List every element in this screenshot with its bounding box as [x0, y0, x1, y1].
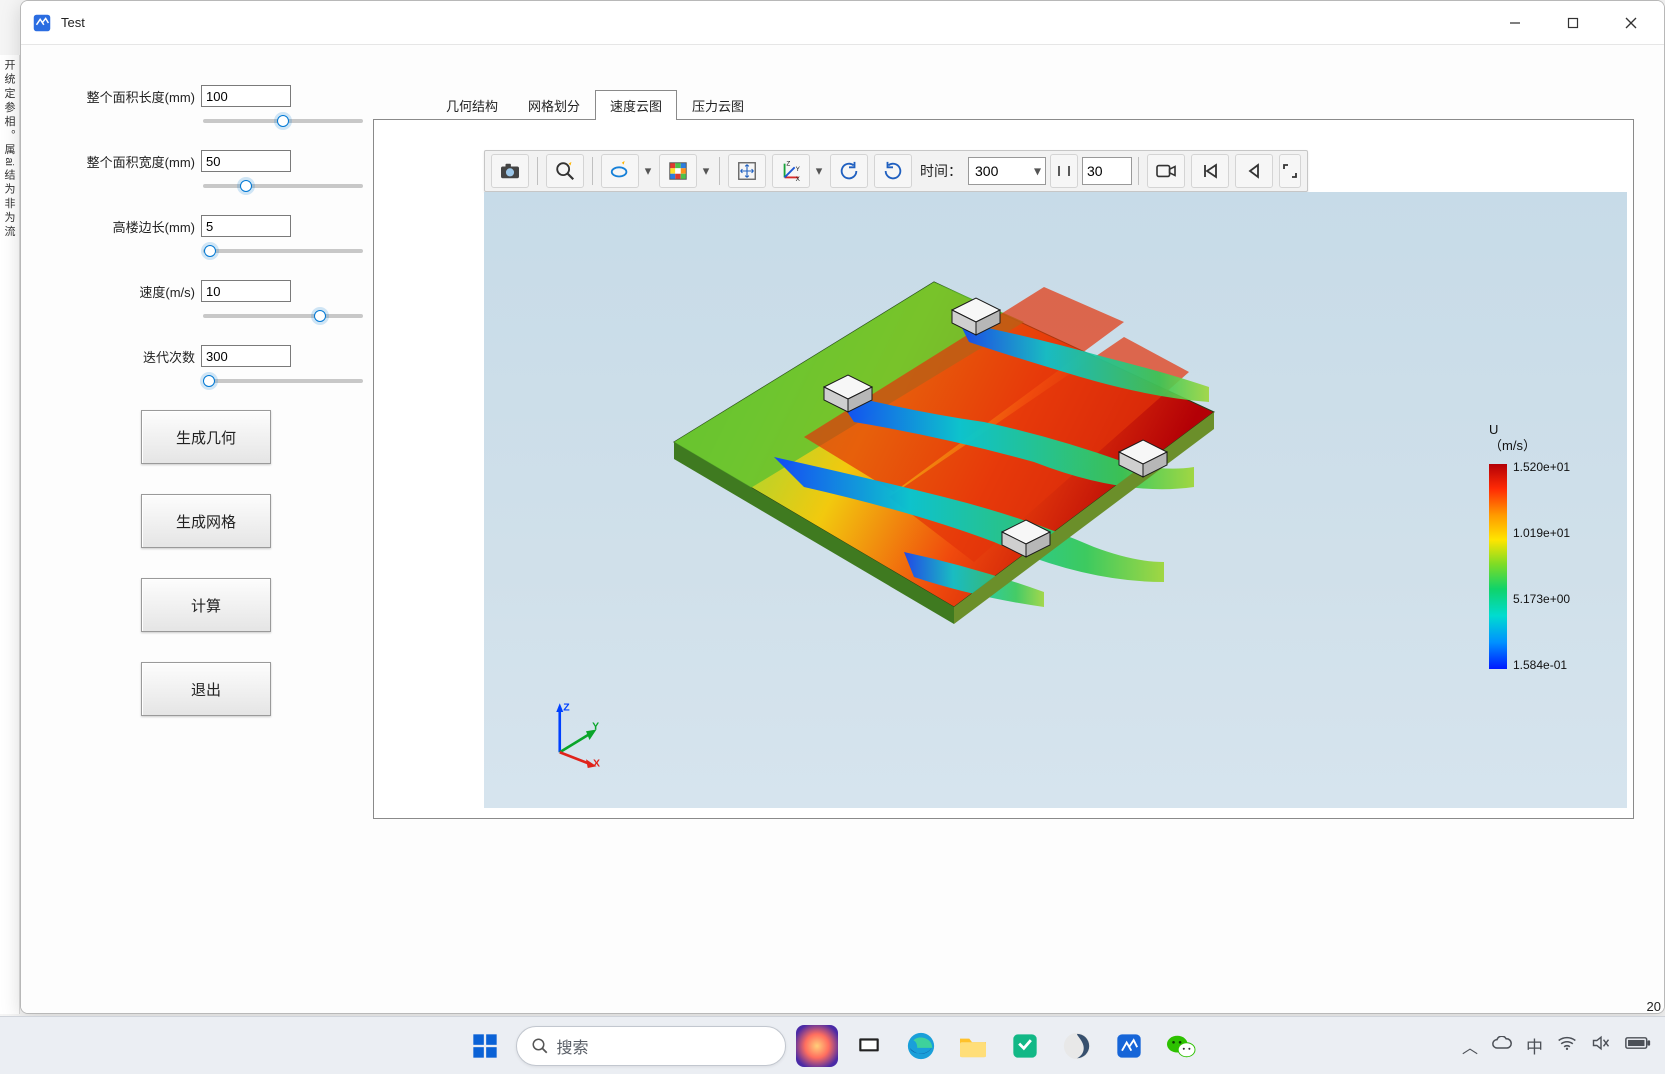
tower-side-input[interactable]: [201, 215, 291, 237]
copilot-icon[interactable]: [796, 1025, 838, 1067]
velocity-slider[interactable]: [203, 314, 363, 318]
exit-button[interactable]: 退出: [141, 662, 271, 716]
edge-browser-icon[interactable]: [900, 1025, 942, 1067]
iterations-slider[interactable]: [203, 379, 363, 383]
generate-mesh-button[interactable]: 生成网格: [141, 494, 271, 548]
compute-button[interactable]: 计算: [141, 578, 271, 632]
chevron-down-icon[interactable]: ▾: [641, 163, 655, 179]
param-label-area-length: 整个面积长度(mm): [61, 87, 201, 106]
app-icon: [31, 12, 53, 34]
cfd-contour-plot: [604, 262, 1244, 662]
expand-icon[interactable]: [1279, 154, 1301, 188]
svg-text:Y: Y: [592, 721, 599, 733]
step-prev-icon[interactable]: [1235, 154, 1273, 188]
corner-number: 20: [1647, 999, 1661, 1014]
axis-triad: Z Y X: [544, 698, 614, 768]
legend-title: U: [1489, 422, 1609, 438]
area-length-slider[interactable]: [203, 119, 363, 123]
area-width-slider[interactable]: [203, 184, 363, 188]
ime-indicator[interactable]: 中: [1526, 1033, 1543, 1058]
svg-text:X: X: [796, 176, 801, 182]
cloud-icon[interactable]: [1492, 1036, 1512, 1055]
titlebar: Test: [21, 1, 1664, 45]
volume-mute-icon[interactable]: [1591, 1034, 1611, 1057]
viz-frame: ▾ ▾: [373, 119, 1634, 819]
tower-side-slider[interactable]: [203, 249, 363, 253]
step-value: 30: [1087, 163, 1103, 179]
viz-canvas[interactable]: Z Y X U （m/s） 1: [484, 192, 1627, 808]
video-camera-icon[interactable]: [1147, 154, 1185, 188]
color-cube-icon[interactable]: [659, 154, 697, 188]
wifi-icon[interactable]: [1557, 1035, 1577, 1056]
window-title: Test: [61, 15, 85, 30]
tabs: 几何结构 网格划分 速度云图 压力云图: [371, 91, 1634, 119]
pan-icon[interactable]: [728, 154, 766, 188]
area-length-input[interactable]: [201, 85, 291, 107]
step-input[interactable]: 30: [1082, 157, 1132, 185]
rotate-ccw-icon[interactable]: [830, 154, 868, 188]
app-icon-blue[interactable]: [1108, 1025, 1150, 1067]
param-label-area-width: 整个面积宽度(mm): [61, 152, 201, 171]
color-legend: U （m/s） 1.520e+01 1.019e+01 5.173e+00 1.…: [1489, 422, 1609, 455]
browser-swirl-icon[interactable]: [1056, 1025, 1098, 1067]
minimize-button[interactable]: [1486, 4, 1544, 42]
start-button[interactable]: [464, 1025, 506, 1067]
rotate-cw-icon[interactable]: [874, 154, 912, 188]
parameters-panel: 整个面积长度(mm) 整个面积宽度(mm) 高楼边长(mm) 速度(m/s): [31, 55, 371, 1003]
area-width-input[interactable]: [201, 150, 291, 172]
svg-text:Y: Y: [796, 166, 801, 173]
axes-icon[interactable]: ZYX: [772, 154, 810, 188]
param-label-iterations: 迭代次数: [61, 347, 201, 366]
time-value: 300: [975, 163, 998, 179]
wechat-icon[interactable]: [1160, 1025, 1202, 1067]
viz-toolbar: ▾ ▾: [484, 150, 1308, 192]
chevron-down-icon[interactable]: ▾: [812, 163, 826, 179]
param-label-velocity: 速度(m/s): [61, 282, 201, 301]
background-window-text: 开 统 定 参 相 。 属 ai 结 为 非 为 流: [0, 55, 20, 1014]
step-back-icon[interactable]: [1050, 154, 1078, 188]
velocity-input[interactable]: [201, 280, 291, 302]
param-label-tower-side: 高楼边长(mm): [61, 217, 201, 236]
svg-text:Z: Z: [786, 161, 790, 168]
app-window: Test 整个面积长度(mm) 整个面积宽度(mm): [20, 0, 1665, 1014]
chevron-down-icon: ▾: [1034, 163, 1041, 180]
visualization-panel: 几何结构 网格划分 速度云图 压力云图: [371, 55, 1634, 1003]
file-explorer-icon[interactable]: [952, 1025, 994, 1067]
camera-icon[interactable]: [491, 154, 529, 188]
system-tray: ︿ 中: [1462, 1033, 1651, 1058]
task-view-icon[interactable]: [848, 1025, 890, 1067]
search-icon: [531, 1037, 549, 1055]
legend-tick-2: 5.173e+00: [1513, 592, 1570, 606]
zoom-icon[interactable]: [546, 154, 584, 188]
tab-pressure-contour[interactable]: 压力云图: [677, 90, 759, 120]
select-tool-icon[interactable]: [601, 154, 639, 188]
tab-velocity-contour[interactable]: 速度云图: [595, 90, 677, 120]
tray-chevron-up-icon[interactable]: ︿: [1462, 1034, 1478, 1058]
skip-start-icon[interactable]: [1191, 154, 1229, 188]
app-icon-green[interactable]: [1004, 1025, 1046, 1067]
maximize-button[interactable]: [1544, 4, 1602, 42]
svg-text:X: X: [593, 757, 600, 768]
taskbar-search[interactable]: 搜索: [516, 1026, 786, 1066]
tab-mesh[interactable]: 网格划分: [513, 90, 595, 120]
legend-tick-1: 1.019e+01: [1513, 526, 1570, 540]
chevron-down-icon[interactable]: ▾: [699, 163, 713, 179]
legend-tick-min: 1.584e-01: [1513, 658, 1567, 672]
time-combo[interactable]: 300 ▾: [968, 157, 1046, 185]
iterations-input[interactable]: [201, 345, 291, 367]
taskbar: 搜索 ︿: [0, 1016, 1665, 1074]
time-label: 时间：: [916, 161, 966, 181]
svg-text:Z: Z: [563, 701, 570, 713]
close-button[interactable]: [1602, 4, 1660, 42]
generate-geometry-button[interactable]: 生成几何: [141, 410, 271, 464]
tab-geometry[interactable]: 几何结构: [431, 90, 513, 120]
search-placeholder: 搜索: [557, 1034, 589, 1058]
legend-colorbar: [1489, 464, 1507, 669]
battery-icon[interactable]: [1625, 1036, 1651, 1055]
legend-tick-max: 1.520e+01: [1513, 460, 1570, 474]
legend-units: （m/s）: [1489, 438, 1609, 454]
